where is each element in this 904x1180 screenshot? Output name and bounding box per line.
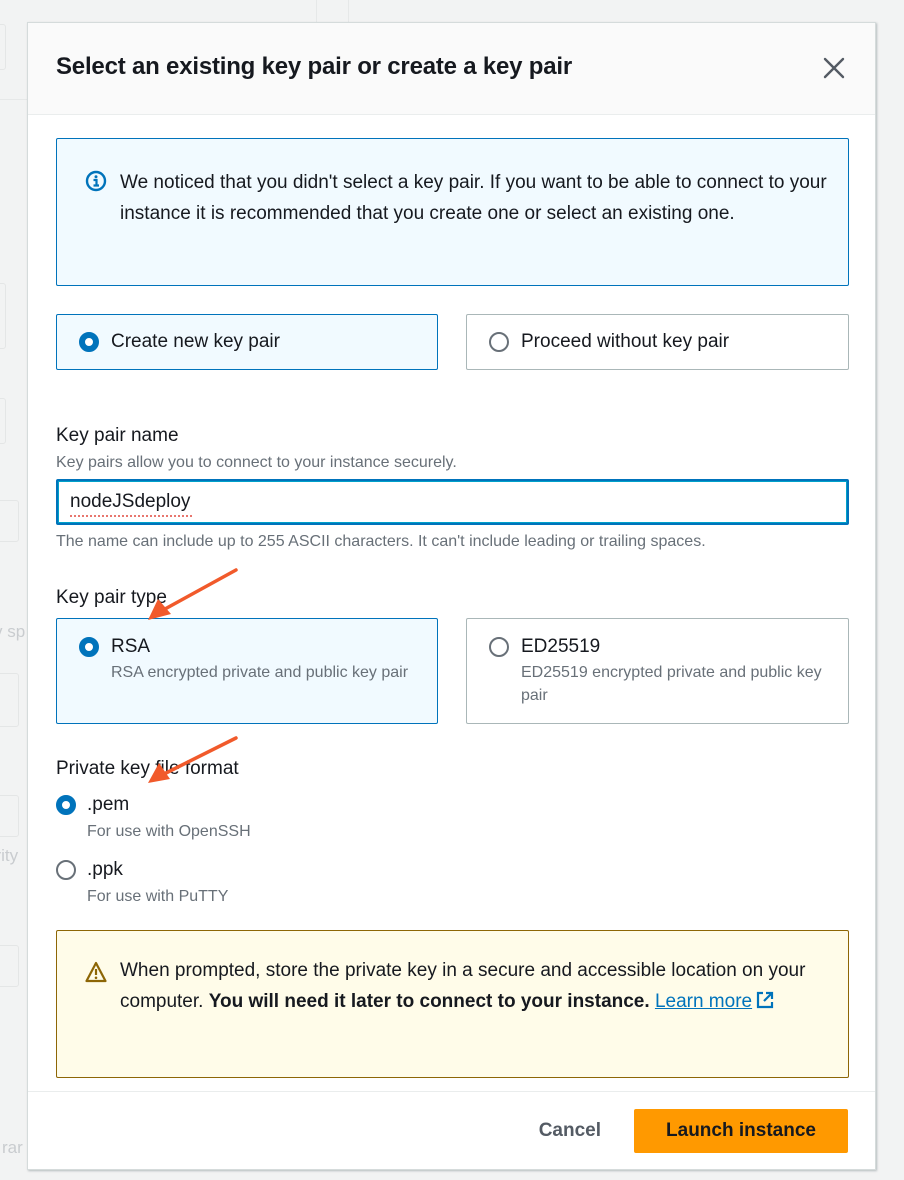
private-key-format-label: Private key file format <box>56 758 239 779</box>
create-new-key-pair-tile[interactable]: Create new key pair <box>56 314 438 370</box>
background-text: urity <box>0 846 19 865</box>
background-text: v sp <box>0 622 26 641</box>
pem-option[interactable]: .pem For use with OpenSSH <box>56 793 356 843</box>
key-pair-name-label: Key pair name <box>56 425 179 446</box>
close-icon <box>823 57 845 79</box>
ppk-description: For use with PuTTY <box>87 888 229 905</box>
warning-alert: When prompted, store the private key in … <box>56 930 849 1078</box>
launch-instance-button[interactable]: Launch instance <box>634 1109 848 1153</box>
modal-footer: Cancel Launch instance <box>28 1091 875 1169</box>
ed25519-label: ED25519 <box>521 636 601 657</box>
ed25519-description: ED25519 encrypted private and public key… <box>521 664 822 704</box>
rsa-description: RSA encrypted private and public key pai… <box>111 664 409 681</box>
key-pair-name-description: Key pairs allow you to connect to your i… <box>56 454 457 471</box>
key-pair-name-input[interactable] <box>56 479 849 525</box>
modal-title: Select an existing key pair or create a … <box>56 53 573 80</box>
proceed-without-key-pair-label: Proceed without key pair <box>521 331 730 352</box>
key-pair-name-constraint: The name can include up to 255 ASCII cha… <box>56 533 706 550</box>
create-new-key-pair-radio[interactable] <box>79 332 99 352</box>
background-field <box>0 673 19 727</box>
ppk-option[interactable]: .ppk For use with PuTTY <box>56 858 356 908</box>
rsa-tile[interactable]: RSA RSA encrypted private and public key… <box>56 618 438 724</box>
ed25519-tile[interactable]: ED25519 ED25519 encrypted private and pu… <box>466 618 849 724</box>
info-alert-text: We noticed that you didn't select a key … <box>120 172 827 224</box>
modal-header: Select an existing key pair or create a … <box>28 23 875 115</box>
pem-radio[interactable] <box>56 795 76 815</box>
warning-icon <box>85 961 107 983</box>
learn-more-link[interactable]: Learn more <box>655 991 774 1012</box>
create-new-key-pair-label: Create new key pair <box>111 331 280 352</box>
background-field <box>0 398 6 444</box>
key-pair-modal: Select an existing key pair or create a … <box>27 22 876 1170</box>
spellcheck-underline <box>69 515 194 517</box>
background-field <box>0 283 6 349</box>
ed25519-radio[interactable] <box>489 637 509 657</box>
background-field <box>0 795 19 837</box>
close-button[interactable] <box>819 53 849 83</box>
warning-text-bold: You will need it later to connect to you… <box>208 991 650 1012</box>
info-icon <box>85 170 107 192</box>
external-link-icon <box>757 991 774 1009</box>
background-divider <box>348 0 349 22</box>
pem-label: .pem <box>87 794 130 815</box>
background-field <box>0 945 19 987</box>
background-text: rar <box>2 1138 23 1157</box>
proceed-without-key-pair-radio[interactable] <box>489 332 509 352</box>
background-field <box>0 500 19 542</box>
key-pair-type-label: Key pair type <box>56 587 167 608</box>
pem-description: For use with OpenSSH <box>87 823 251 840</box>
ppk-label: .ppk <box>87 859 123 880</box>
proceed-without-key-pair-tile[interactable]: Proceed without key pair <box>466 314 849 370</box>
ppk-radio[interactable] <box>56 860 76 880</box>
background-panel <box>0 24 6 70</box>
rsa-label: RSA <box>111 636 151 657</box>
background-divider <box>316 0 317 22</box>
rsa-radio[interactable] <box>79 637 99 657</box>
warning-alert-text: When prompted, store the private key in … <box>120 955 820 1017</box>
background-divider <box>0 99 27 100</box>
cancel-button[interactable]: Cancel <box>519 1110 621 1152</box>
learn-more-label: Learn more <box>654 991 753 1012</box>
info-alert: We noticed that you didn't select a key … <box>56 138 849 286</box>
